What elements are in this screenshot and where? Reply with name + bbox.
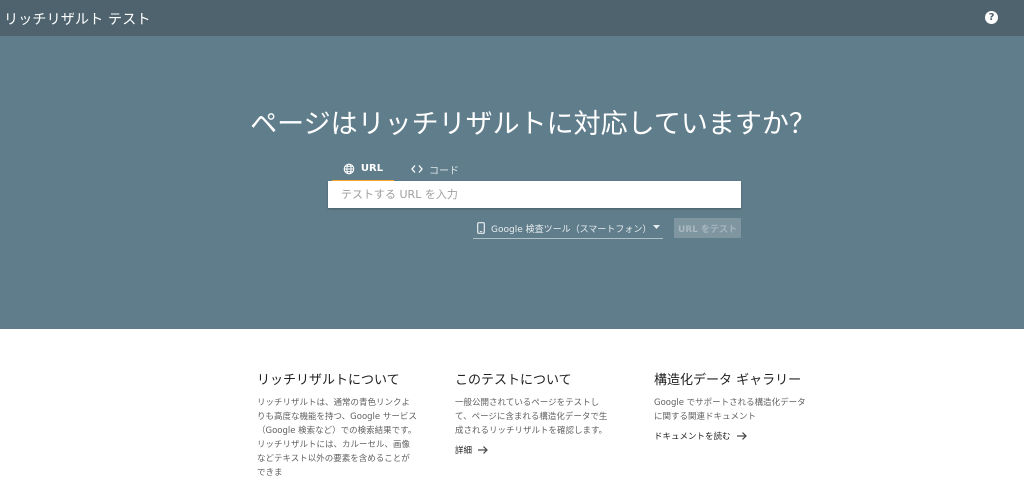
tab-code-label: コード (429, 165, 459, 177)
globe-icon (343, 163, 355, 174)
section-title: 構造化データ ギャラリー (654, 373, 802, 388)
tab-url-label: URL (360, 163, 384, 174)
read-docs-link-label: ドキュメントを読む (654, 432, 731, 442)
page-title: ページはリッチリザルトに対応していますか？ (250, 109, 816, 140)
info-section-rich-results: リッチリザルトについて リッチリザルトは、通常の青色リンクよりも高度な機能を持つ… (257, 369, 417, 480)
code-icon (411, 165, 423, 173)
info-section-gallery: 構造化データ ギャラリー Google でサポートされる構造化データに関する関連… (654, 369, 814, 442)
top-app-bar: リッチリザルト テスト ? (0, 0, 1024, 36)
smartphone-icon (477, 222, 485, 234)
arrow-right-icon (736, 432, 747, 440)
section-body: Google でサポートされる構造化データに関する関連ドキュメント (654, 398, 806, 422)
section-body: リッチリザルトは、通常の青色リンクよりも高度な機能を持つ、Google サービス… (257, 398, 417, 478)
section-title: リッチリザルトについて (257, 373, 400, 388)
details-link[interactable]: 詳細 (455, 444, 615, 456)
url-input-container (328, 181, 741, 208)
details-link-label: 詳細 (455, 446, 473, 456)
read-docs-link[interactable]: ドキュメントを読む (654, 430, 814, 442)
info-section-about-test: このテストについて 一般公開されているページをテストして、ページに含まれる構造化… (455, 369, 615, 456)
tab-url[interactable]: URL (332, 157, 394, 183)
tab-code[interactable]: コード (405, 157, 465, 181)
url-input[interactable] (328, 181, 741, 208)
dropdown-arrow-icon (653, 225, 660, 229)
arrow-right-icon (478, 446, 488, 454)
section-body: 一般公開されているページをテストして、ページに含まれる構造化データで生成されるリ… (455, 398, 608, 436)
device-select[interactable]: Google 検査ツール（スマートフォン） (473, 218, 663, 239)
hero-section: ページはリッチリザルトに対応していますか？ URL コード Google 検査ツ… (0, 36, 1024, 329)
help-circle-icon[interactable]: ? (985, 11, 998, 24)
test-url-button[interactable]: URL をテスト (674, 218, 741, 238)
app-title: リッチリザルト テスト (4, 12, 151, 28)
device-select-value: Google 検査ツール（スマートフォン） (491, 224, 652, 235)
section-title: このテストについて (455, 373, 572, 388)
